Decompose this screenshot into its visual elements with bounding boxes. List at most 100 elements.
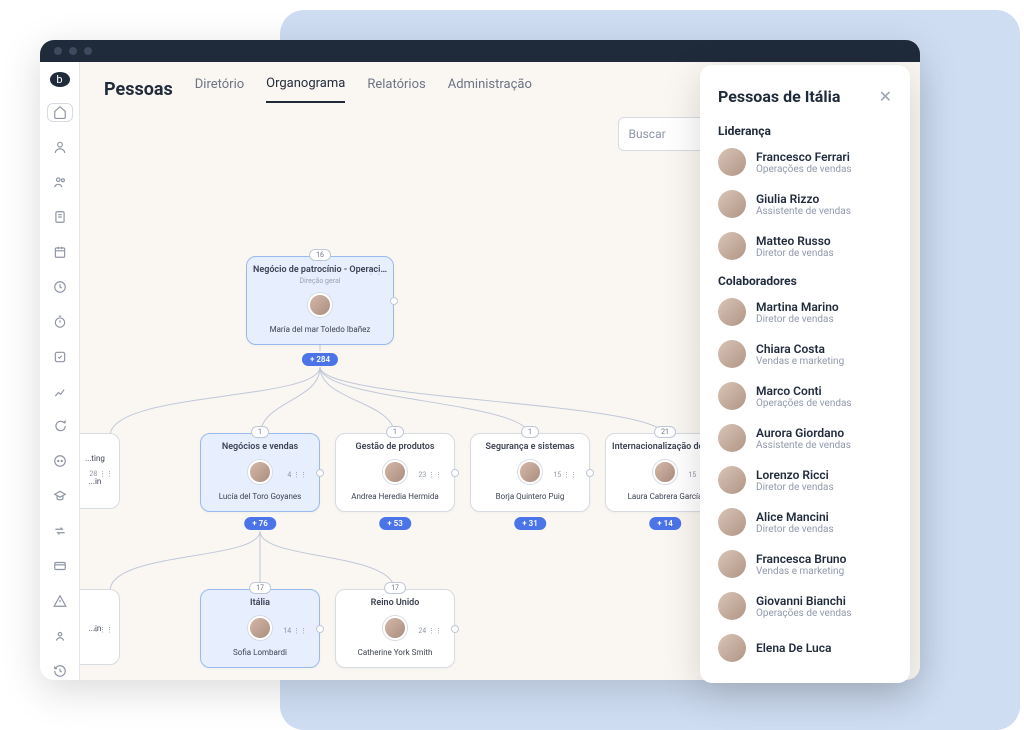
chat-icon[interactable] bbox=[47, 417, 73, 436]
graduation-icon[interactable] bbox=[47, 487, 73, 506]
card-name: Catherine York Smith bbox=[342, 648, 448, 657]
expand-pill[interactable]: + 31 bbox=[514, 517, 546, 530]
card-name: Andrea Heredia Hermida bbox=[342, 492, 448, 501]
search-placeholder: Buscar bbox=[629, 127, 666, 141]
history-icon[interactable] bbox=[47, 661, 73, 680]
card-handle[interactable] bbox=[316, 625, 324, 633]
person-row[interactable]: Chiara CostaVendas e marketing bbox=[718, 340, 892, 368]
avatar bbox=[718, 148, 746, 176]
person-row[interactable]: Giovanni BianchiOperações de vendas bbox=[718, 592, 892, 620]
person-name: Elena De Luca bbox=[756, 641, 831, 655]
timer-icon[interactable] bbox=[47, 312, 73, 331]
user-icon[interactable] bbox=[47, 138, 73, 157]
card-subtitle: Direção geral bbox=[253, 277, 387, 285]
person-role: Assistente de vendas bbox=[756, 440, 851, 451]
card-title: Reino Unido bbox=[342, 598, 448, 608]
person-row[interactable]: Matteo RussoDiretor de vendas bbox=[718, 232, 892, 260]
org-card-seguranca[interactable]: 1 Segurança e sistemas 15 ⋮⋮ Borja Quint… bbox=[470, 433, 590, 512]
person-row[interactable]: Giulia RizzoAssistente de vendas bbox=[718, 190, 892, 218]
expand-pill[interactable]: + 14 bbox=[649, 517, 681, 530]
person-row[interactable]: Francesca BrunoVendas e marketing bbox=[718, 550, 892, 578]
profile-icon[interactable] bbox=[47, 626, 73, 645]
home-icon[interactable] bbox=[47, 103, 73, 122]
card-options-icon[interactable]: ⋮⋮ bbox=[367, 267, 383, 276]
avatar bbox=[308, 293, 332, 317]
tab-diretorio[interactable]: Diretório bbox=[195, 77, 244, 102]
chart-icon[interactable] bbox=[47, 382, 73, 401]
org-card-gestao[interactable]: 1 Gestão de produtos 23 ⋮⋮ Andrea Heredi… bbox=[335, 433, 455, 512]
person-role: Diretor de vendas bbox=[756, 314, 839, 325]
card-handle[interactable] bbox=[316, 469, 324, 477]
avatar bbox=[718, 340, 746, 368]
chat2-icon[interactable] bbox=[47, 452, 73, 471]
clock-icon[interactable] bbox=[47, 277, 73, 296]
section-heading: Colaboradores bbox=[718, 274, 892, 288]
person-row[interactable]: Marco ContiOperações de vendas bbox=[718, 382, 892, 410]
expand-pill[interactable]: + 284 bbox=[302, 353, 338, 366]
card-handle[interactable] bbox=[586, 469, 594, 477]
person-name: Giulia Rizzo bbox=[756, 192, 851, 206]
person-row[interactable]: Francesco FerrariOperações de vendas bbox=[718, 148, 892, 176]
badge-count: 16 bbox=[309, 249, 331, 261]
badge-count: 21 bbox=[654, 426, 676, 438]
avatar bbox=[718, 382, 746, 410]
card-handle[interactable] bbox=[451, 469, 459, 477]
file-icon[interactable] bbox=[47, 208, 73, 227]
window-control-close[interactable] bbox=[54, 47, 62, 55]
badge-count: 1 bbox=[521, 426, 539, 438]
card-icon[interactable] bbox=[47, 556, 73, 575]
card-title: Itália bbox=[207, 598, 313, 608]
avatar bbox=[718, 592, 746, 620]
card-name: Lucía del Toro Goyanes bbox=[207, 492, 313, 501]
person-row[interactable]: Elena De Luca bbox=[718, 634, 892, 662]
side-rail: b bbox=[40, 62, 80, 680]
person-role: Operações de vendas bbox=[756, 164, 852, 175]
person-role: Operações de vendas bbox=[756, 608, 852, 619]
person-role: Vendas e marketing bbox=[756, 356, 844, 367]
org-card-italia[interactable]: 17 Itália 14 ⋮⋮ Sofia Lombardi bbox=[200, 589, 320, 668]
person-name: Francesco Ferrari bbox=[756, 150, 852, 164]
card-count: 15 ⋮⋮ bbox=[553, 471, 577, 479]
check-icon[interactable] bbox=[47, 347, 73, 366]
app-logo[interactable]: b bbox=[50, 72, 70, 87]
org-card-negocios[interactable]: 1 Negócios e vendas 4 ⋮⋮ Lucía del Toro … bbox=[200, 433, 320, 512]
close-icon[interactable]: ✕ bbox=[879, 87, 892, 106]
card-count: 23 ⋮⋮ bbox=[418, 471, 442, 479]
tab-relatorios[interactable]: Relatórios bbox=[367, 77, 425, 102]
org-card-partial-2[interactable]: 4 ⋮⋮ ...in bbox=[80, 589, 120, 665]
person-row[interactable]: Lorenzo RicciDiretor de vendas bbox=[718, 466, 892, 494]
expand-pill[interactable]: + 53 bbox=[379, 517, 411, 530]
alert-icon[interactable] bbox=[47, 591, 73, 610]
avatar bbox=[383, 460, 407, 484]
person-name: Francesca Bruno bbox=[756, 552, 846, 566]
person-name: Marco Conti bbox=[756, 384, 852, 398]
window-control-minimize[interactable] bbox=[69, 47, 77, 55]
person-role: Diretor de vendas bbox=[756, 482, 834, 493]
card-title: Segurança e sistemas bbox=[477, 442, 583, 452]
card-handle[interactable] bbox=[451, 625, 459, 633]
person-name: Giovanni Bianchi bbox=[756, 594, 852, 608]
card-title: Gestão de produtos bbox=[342, 442, 448, 452]
card-count: 14 ⋮⋮ bbox=[283, 627, 307, 635]
person-role: Assistente de vendas bbox=[756, 206, 851, 217]
transfer-icon[interactable] bbox=[47, 522, 73, 541]
org-card-partial[interactable]: ...ting 28 ⋮⋮ ...in bbox=[80, 433, 120, 509]
card-handle[interactable] bbox=[390, 297, 398, 305]
expand-pill[interactable]: + 76 bbox=[244, 517, 276, 530]
person-row[interactable]: Martina MarinoDiretor de vendas bbox=[718, 298, 892, 326]
calendar-icon[interactable] bbox=[47, 243, 73, 262]
card-name: ...in bbox=[80, 477, 113, 486]
person-row[interactable]: Alice ManciniDiretor de vendas bbox=[718, 508, 892, 536]
badge-count: 17 bbox=[384, 582, 406, 594]
people-panel: Pessoas de Itália ✕ Liderança Francesco … bbox=[700, 65, 910, 683]
person-role: Diretor de vendas bbox=[756, 248, 834, 259]
section-heading: Liderança bbox=[718, 124, 892, 138]
window-control-maximize[interactable] bbox=[84, 47, 92, 55]
tab-administracao[interactable]: Administração bbox=[448, 77, 532, 102]
org-card-reino-unido[interactable]: 17 Reino Unido 24 ⋮⋮ Catherine York Smit… bbox=[335, 589, 455, 668]
users-icon[interactable] bbox=[47, 173, 73, 192]
tab-organograma[interactable]: Organograma bbox=[266, 76, 345, 103]
avatar bbox=[718, 466, 746, 494]
person-row[interactable]: Aurora GiordanoAssistente de vendas bbox=[718, 424, 892, 452]
org-card-root[interactable]: 16 Negócio de patrocínio - Operaci... Di… bbox=[246, 256, 394, 345]
